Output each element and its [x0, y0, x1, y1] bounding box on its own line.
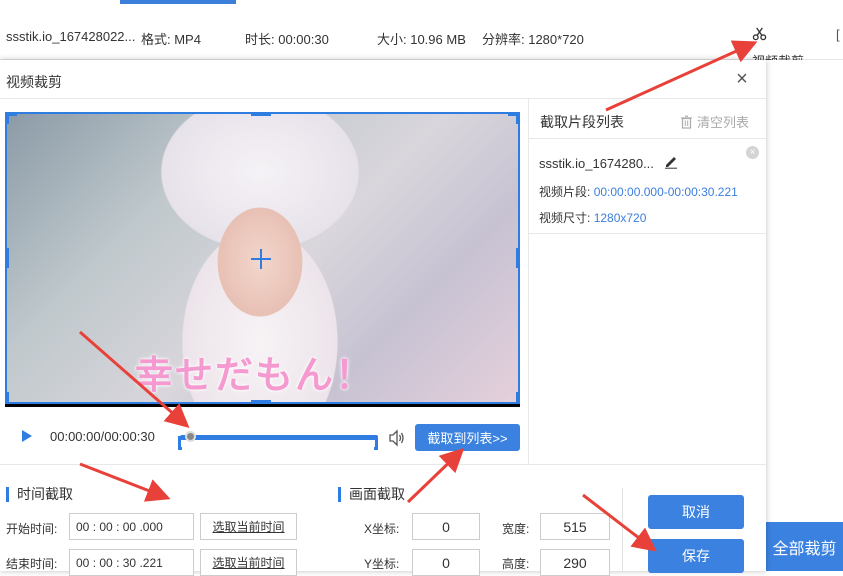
clip-size: 视频尺寸: 1280x720 — [539, 209, 646, 226]
crop-handle-br[interactable] — [516, 392, 520, 404]
list-item[interactable]: ssstik.io_1674280... × 视频片段: 00:00:00.00… — [529, 139, 766, 234]
file-row: ssstik.io_167428022... 格式: MP4 时长: 00:00… — [0, 4, 843, 69]
file-name: ssstik.io_167428022... — [6, 29, 136, 44]
file-format: 格式: MP4 — [141, 32, 201, 47]
height-label: 高度: — [502, 557, 530, 571]
background-panel — [766, 60, 843, 571]
add-to-list-button[interactable]: 截取到列表>> — [415, 424, 520, 451]
trash-icon — [681, 115, 692, 129]
start-hour: 00 — [76, 519, 90, 534]
clip-size-label: 视频尺寸: — [539, 211, 591, 225]
clip-name: ssstik.io_1674280... — [539, 156, 654, 171]
start-time-input[interactable]: 00 : 00 : 00 .000 — [69, 513, 194, 540]
end-time-input[interactable]: 00 : 00 : 30 .221 — [69, 549, 194, 576]
divider — [0, 464, 766, 465]
file-resolution: 分辨率: 1280*720 — [482, 32, 584, 47]
timeline-end-handle[interactable] — [374, 436, 378, 450]
close-icon[interactable]: × — [733, 69, 751, 89]
crop-handle-tr-v[interactable] — [516, 112, 520, 124]
crop-handle-top[interactable] — [251, 112, 271, 116]
start-ms: .000 — [139, 519, 163, 534]
start-second: 00 — [122, 519, 137, 534]
height-input[interactable]: 290 — [540, 549, 610, 576]
crop-handle-right[interactable] — [516, 248, 520, 268]
crop-center-crosshair-icon[interactable] — [251, 249, 271, 269]
time-section-title: 时间截取 — [6, 487, 73, 502]
clear-list-label: 清空列表 — [697, 115, 750, 130]
end-second: 30 — [122, 555, 137, 570]
width-input[interactable]: 515 — [540, 513, 610, 540]
volume-icon[interactable] — [388, 429, 406, 447]
file-duration: 时长: 00:00:30 — [245, 32, 329, 47]
pick-current-end-button[interactable]: 选取当前时间 — [200, 549, 297, 576]
player-controls: 00:00:00/00:00:30 截取到列表>> — [0, 422, 530, 458]
start-time-label: 开始时间: — [6, 522, 58, 536]
playback-time: 00:00:00/00:00:30 — [50, 429, 155, 444]
divider — [622, 488, 623, 571]
edge-icon: [ — [836, 27, 840, 42]
y-coord-label: Y坐标: — [364, 557, 400, 571]
end-minute: 00 — [99, 555, 113, 570]
crop-handle-bl[interactable] — [5, 392, 9, 404]
end-ms: .221 — [139, 555, 163, 570]
file-size: 大小: 10.96 MB — [377, 32, 466, 47]
clip-segment-label: 视频片段: — [539, 185, 591, 199]
video-crop-dialog: 视频裁剪 × 幸せだもん！ 00:00:00/00:00:30 截取到列表>> — [0, 60, 766, 576]
remove-icon[interactable]: × — [746, 146, 759, 159]
timeline-track[interactable] — [180, 435, 378, 440]
crop-all-button[interactable]: 全部裁剪 — [760, 522, 843, 571]
end-time-label: 结束时间: — [6, 557, 58, 571]
timeline-playhead[interactable] — [185, 431, 196, 442]
play-icon[interactable] — [22, 430, 32, 442]
pencil-icon[interactable] — [663, 153, 679, 169]
clip-segment-value: 00:00:00.000-00:00:30.221 — [593, 185, 738, 199]
frame-section-title: 画面截取 — [338, 487, 405, 502]
pick-current-start-button[interactable]: 选取当前时间 — [200, 513, 297, 540]
clip-list-title: 截取片段列表 — [540, 114, 624, 130]
clear-list-button[interactable]: 清空列表 — [680, 112, 749, 131]
x-coord-input[interactable]: 0 — [412, 513, 480, 540]
clip-size-value: 1280x720 — [593, 211, 647, 225]
width-label: 宽度: — [502, 522, 530, 536]
crop-handle-left[interactable] — [5, 248, 9, 268]
scissors-icon — [752, 27, 767, 41]
save-button[interactable]: 保存 — [648, 539, 744, 573]
start-minute: 00 — [99, 519, 113, 534]
video-preview[interactable]: 幸せだもん！ — [5, 112, 520, 407]
timeline-start-handle[interactable] — [178, 436, 182, 450]
crop-handle-bottom[interactable] — [251, 400, 271, 404]
dialog-title: 视频裁剪 — [6, 74, 62, 90]
end-hour: 00 — [76, 555, 90, 570]
divider — [0, 98, 766, 99]
video-crop-link[interactable]: 视频裁剪 — [752, 26, 804, 69]
crop-handle-tl-v[interactable] — [5, 112, 9, 124]
cancel-button[interactable]: 取消 — [648, 495, 744, 529]
y-coord-input[interactable]: 0 — [412, 549, 480, 576]
x-coord-label: X坐标: — [364, 522, 400, 536]
clip-segment: 视频片段: 00:00:00.000-00:00:30.221 — [539, 183, 738, 200]
